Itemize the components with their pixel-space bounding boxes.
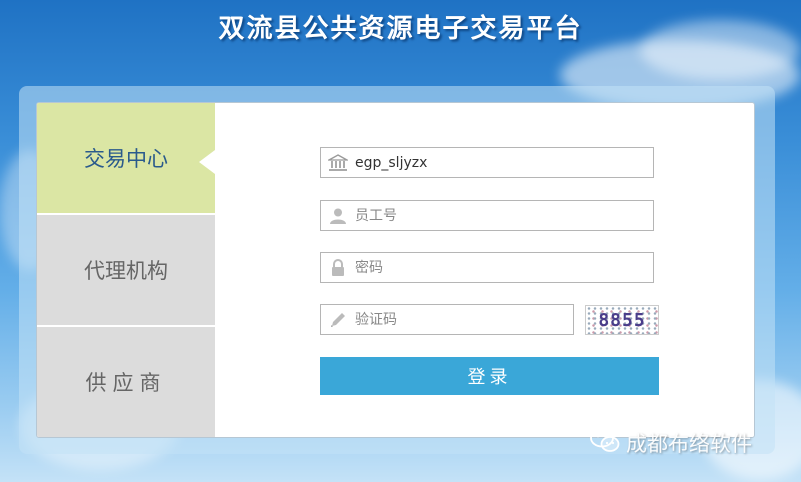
username-field — [320, 147, 654, 178]
login-button[interactable]: 登录 — [320, 357, 659, 395]
watermark: 成都布络软件 — [590, 428, 752, 458]
captcha-text: 8855 — [598, 309, 646, 331]
tab-supplier[interactable]: 供应商 — [37, 327, 215, 437]
password-input[interactable] — [355, 253, 653, 282]
employee-id-field — [320, 200, 654, 231]
user-icon — [321, 201, 355, 230]
tab-agency[interactable]: 代理机构 — [37, 215, 215, 325]
employee-id-input[interactable] — [355, 201, 653, 230]
captcha-field — [320, 304, 574, 335]
captcha-input[interactable] — [355, 305, 573, 334]
role-tabs: 交易中心 代理机构 供应商 — [37, 103, 215, 437]
tab-label: 供应商 — [85, 371, 167, 395]
tab-trading-center[interactable]: 交易中心 — [37, 103, 215, 213]
pencil-icon — [321, 305, 355, 334]
page-title: 双流县公共资源电子交易平台 — [218, 14, 583, 44]
captcha-image[interactable]: 8855 — [585, 305, 659, 335]
username-input[interactable] — [355, 148, 653, 177]
login-panel: 交易中心 代理机构 供应商 egp_sljyzx 员工号 验证码 8855 登录 — [36, 102, 755, 438]
active-tab-arrow — [199, 150, 215, 174]
watermark-text: 成都布络软件 — [626, 432, 752, 456]
bank-icon — [321, 148, 355, 177]
wechat-icon — [590, 428, 620, 459]
lock-icon — [321, 253, 355, 282]
password-field — [320, 252, 654, 283]
tab-label: 交易中心 — [84, 147, 168, 171]
tab-label: 代理机构 — [84, 259, 168, 283]
